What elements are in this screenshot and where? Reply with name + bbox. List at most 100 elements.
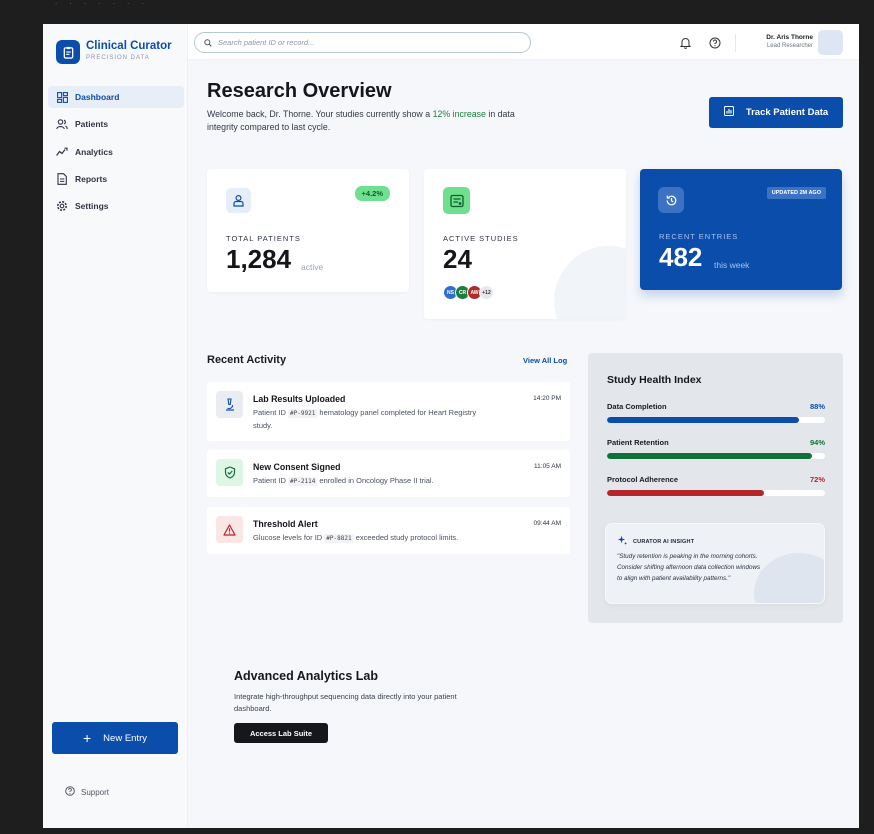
sidebar-item-settings[interactable]: Settings [48, 195, 184, 217]
active-studies-value: 24 [443, 244, 472, 274]
total-patients-card[interactable]: +4.2% TOTAL PATIENTS 1,284 active [207, 169, 409, 292]
activity-description: Patient ID #P-2114 enrolled in Oncology … [253, 475, 493, 488]
help-icon[interactable] [709, 36, 721, 54]
activity-title: Threshold Alert [253, 519, 318, 529]
activity-time: 14:20 PM [533, 395, 561, 402]
activity-title: Lab Results Uploaded [253, 394, 346, 404]
active-studies-card[interactable]: ACTIVE STUDIES 24 NS CR AW +12 [424, 169, 626, 319]
recent-entries-label: RECENT ENTRIES [659, 232, 739, 241]
progress-track [607, 490, 825, 496]
total-patients-unit: active [301, 262, 324, 272]
progress-track [607, 417, 825, 423]
microscope-icon [216, 391, 243, 418]
recent-activity-title: Recent Activity [207, 354, 287, 366]
sidebar-nav: Dashboard Patients Analytics Reports Set… [48, 86, 184, 222]
sidebar: Clinical Curator PRECISION DATA Dashboar… [43, 24, 188, 828]
total-patients-value: 1,284 [226, 244, 292, 274]
activity-item[interactable]: Threshold Alert Glucose levels for ID #P… [207, 507, 570, 554]
new-entry-button[interactable]: + New Entry [52, 722, 178, 754]
user-name: Dr. Aris Thorne [766, 34, 813, 41]
recent-entries-unit: this week [714, 260, 750, 270]
user-role: Lead Researcher [766, 43, 813, 49]
activity-desc-prefix: Patient ID [253, 408, 286, 417]
sidebar-item-label: Reports [75, 173, 108, 184]
access-lab-suite-button[interactable]: Access Lab Suite [234, 723, 328, 743]
sidebar-item-patients[interactable]: Patients [48, 113, 184, 135]
metric-value: 88% [809, 402, 825, 411]
sidebar-item-label: Settings [75, 201, 109, 212]
brand-subtitle: PRECISION DATA [86, 55, 150, 61]
bell-icon[interactable] [679, 36, 692, 54]
search-input[interactable] [218, 38, 508, 47]
patient-id-code: #P-9921 [288, 409, 318, 418]
active-studies-label: ACTIVE STUDIES [443, 234, 519, 243]
sparkle-icon [617, 535, 628, 548]
welcome-highlight: 12% increase [432, 109, 486, 119]
warning-icon [216, 516, 243, 543]
patient-id-code: #P-2114 [288, 477, 318, 486]
app-frame: Clinical Curator PRECISION DATA Dashboar… [43, 24, 859, 828]
track-patient-data-button[interactable]: Track Patient Data [709, 97, 843, 128]
activity-title: New Consent Signed [253, 462, 341, 472]
metric-value: 94% [809, 438, 825, 447]
topbar-divider [735, 34, 736, 52]
progress-track [607, 453, 825, 459]
progress-fill [607, 490, 764, 496]
welcome-prefix: Welcome back, Dr. Thorne. Your studies c… [207, 109, 431, 119]
activity-desc-prefix: Patient ID [253, 476, 286, 485]
view-all-log-link[interactable]: View All Log [523, 356, 567, 365]
metric-label: Protocol Adherence [607, 475, 678, 484]
history-icon [658, 187, 684, 213]
window-caption-dots: · · · · · · · [54, 0, 148, 8]
patient-badge-icon [226, 188, 251, 213]
clipboard-logo-icon [56, 40, 80, 64]
patient-id-code: #P-8821 [324, 534, 354, 543]
users-icon [56, 118, 68, 130]
support-label: Support [81, 787, 110, 797]
plus-icon: + [82, 730, 92, 746]
avatar[interactable] [818, 30, 843, 55]
activity-desc-suffix: enrolled in Oncology Phase II trial. [319, 476, 434, 485]
advanced-analytics-title: Advanced Analytics Lab [234, 669, 379, 683]
sidebar-item-dashboard[interactable]: Dashboard [48, 86, 184, 108]
sidebar-item-label: Patients [75, 119, 109, 130]
activity-time: 09:44 AM [533, 520, 561, 527]
brand[interactable]: Clinical Curator PRECISION DATA [56, 40, 186, 70]
avatar-more-chip: +12 [479, 285, 494, 300]
brand-title: Clinical Curator [86, 40, 172, 52]
sidebar-item-analytics[interactable]: Analytics [48, 141, 184, 163]
activity-time: 11:05 AM [534, 463, 561, 470]
search-bar[interactable] [194, 32, 531, 53]
recent-entries-card[interactable]: UPDATED 2M AGO RECENT ENTRIES 482 this w… [640, 169, 842, 290]
advanced-analytics-description: Integrate high-throughput sequencing dat… [234, 692, 457, 713]
sidebar-item-label: Dashboard [75, 92, 120, 102]
study-health-title: Study Health Index [607, 374, 702, 386]
support-link[interactable]: Support [65, 786, 109, 798]
ai-insight-card: CURATOR AI INSIGHT "Study retention is p… [605, 523, 825, 604]
activity-item[interactable]: New Consent Signed Patient ID #P-2114 en… [207, 450, 570, 497]
total-patients-label: TOTAL PATIENTS [226, 234, 301, 243]
metric-label: Data Completion [607, 402, 667, 411]
grid-icon [56, 91, 68, 103]
study-health-panel: Study Health Index Data Completion 88% P… [588, 353, 843, 623]
progress-fill [607, 453, 812, 459]
growth-badge: +4.2% [354, 186, 390, 201]
activity-desc-suffix: exceeded study protocol limits. [355, 533, 459, 542]
activity-description: Patient ID #P-9921 hematology panel comp… [253, 407, 493, 432]
window-top-strip: · · · · · · · [0, 0, 874, 24]
metric-label: Patient Retention [607, 438, 669, 447]
new-entry-label: New Entry [103, 732, 147, 744]
page-title: Research Overview [207, 80, 392, 102]
activity-item[interactable]: Lab Results Uploaded Patient ID #P-9921 … [207, 382, 570, 441]
sidebar-item-reports[interactable]: Reports [48, 168, 184, 190]
activity-desc-prefix: Glucose levels for ID [253, 533, 323, 542]
insight-title: CURATOR AI INSIGHT [633, 538, 695, 545]
gear-icon [56, 200, 68, 212]
help-circle-icon [65, 786, 75, 798]
track-patient-data-label: Track Patient Data [745, 107, 829, 118]
card-decoration [554, 246, 626, 319]
study-list-icon [443, 187, 470, 214]
study-team-avatars: NS CR AW +12 [443, 285, 494, 300]
activity-desc-suffix: hematology panel completed for Heart Reg… [253, 408, 477, 430]
activity-description: Glucose levels for ID #P-8821 exceeded s… [253, 532, 493, 545]
